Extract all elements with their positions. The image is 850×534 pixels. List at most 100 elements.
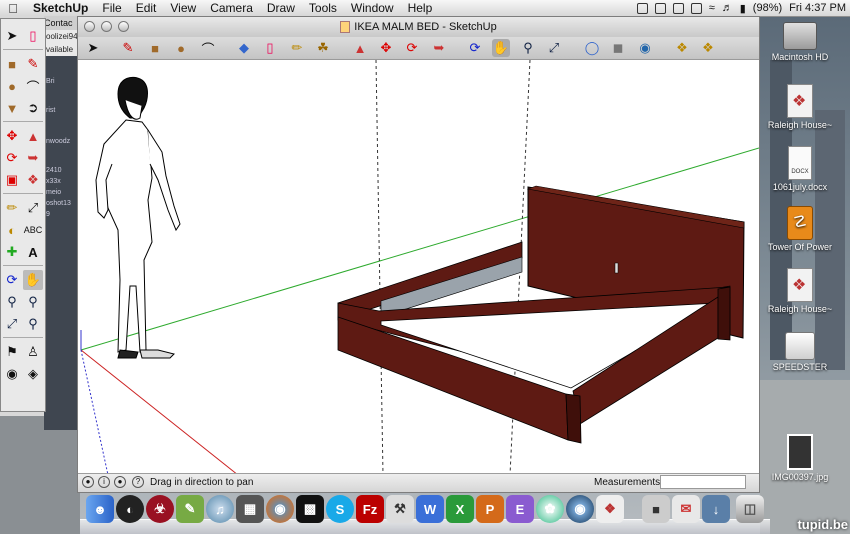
battery-icon[interactable]: ▮ <box>740 2 746 15</box>
trash-icon[interactable]: ◫ <box>736 495 764 523</box>
paint-bucket-icon[interactable]: ☘ <box>314 39 332 57</box>
drawing-canvas[interactable] <box>78 60 759 475</box>
excel-icon[interactable]: X <box>446 495 474 523</box>
rotate-tool-icon[interactable]: ⟳ <box>2 148 22 168</box>
user-icon[interactable]: ● <box>114 476 126 488</box>
iphoto-icon[interactable]: ▦ <box>236 495 264 523</box>
measurements-input[interactable] <box>660 475 746 489</box>
wifi-icon[interactable]: ≈ <box>709 2 715 14</box>
menu-help[interactable]: Help <box>401 1 440 15</box>
select-icon[interactable]: ➤ <box>84 39 102 57</box>
google-earth-icon[interactable]: ◉ <box>636 39 654 57</box>
polygon-tool-icon[interactable]: ▼ <box>2 98 22 118</box>
axes-tool-icon[interactable]: ✚ <box>2 242 22 262</box>
desktop-icon-tower-of-power[interactable]: ☡ Tower Of Power <box>760 206 840 252</box>
3d-text-tool-icon[interactable]: A <box>23 242 43 262</box>
freehand-tool-icon[interactable]: ➲ <box>23 98 43 118</box>
pan-tool-icon[interactable]: ✋ <box>23 270 43 290</box>
move-tool-icon[interactable]: ✥ <box>2 126 22 146</box>
eraser-tool-icon[interactable]: ▯ <box>23 26 43 46</box>
mail-icon[interactable]: ✉ <box>672 495 700 523</box>
powerpoint-icon[interactable]: P <box>476 495 504 523</box>
menu-draw[interactable]: Draw <box>260 1 302 15</box>
minimize-button[interactable] <box>101 21 112 32</box>
menu-edit[interactable]: Edit <box>129 1 164 15</box>
window-titlebar[interactable]: IKEA MALM BED - SketchUp <box>78 17 759 37</box>
offset-icon[interactable]: ➥ <box>430 39 448 57</box>
push-pull-tool-icon[interactable]: ▲ <box>23 126 43 146</box>
desktop-icon-raleigh-house-2[interactable]: ❖ Raleigh House~ <box>760 268 840 314</box>
filezilla-icon[interactable]: Fz <box>356 495 384 523</box>
desktop-icon-speedster[interactable]: SPEEDSTER <box>760 328 840 372</box>
protractor-tool-icon[interactable]: ◐ <box>2 220 22 240</box>
walk-tool-icon[interactable]: ♙ <box>23 342 43 362</box>
geolocation-icon[interactable]: ● <box>82 476 94 488</box>
desktop-icon-raleigh-house[interactable]: ❖ Raleigh House~ <box>760 84 840 130</box>
textwrangler-icon[interactable]: ✎ <box>176 495 204 523</box>
zoom-button[interactable] <box>118 21 129 32</box>
close-button[interactable] <box>84 21 95 32</box>
pencil-tool-icon[interactable]: ✎ <box>23 54 43 74</box>
zoom-extents-icon[interactable]: ⤢ <box>545 39 563 57</box>
skype-icon[interactable]: S <box>326 495 354 523</box>
section-plane-tool-icon[interactable]: ◈ <box>23 364 43 384</box>
volume-icon[interactable]: ♬ <box>722 2 733 14</box>
pencil-icon[interactable]: ✎ <box>119 39 137 57</box>
desktop-icon-img[interactable]: IMG00397.jpg <box>760 434 840 482</box>
google-earth-icon[interactable]: ◉ <box>566 495 594 523</box>
position-camera-tool-icon[interactable]: ⚑ <box>2 342 22 362</box>
zoom-tool-icon[interactable]: ⚲ <box>2 292 22 312</box>
offset-tool-icon[interactable]: ❖ <box>23 170 43 190</box>
front-row-icon[interactable]: ☣ <box>146 495 174 523</box>
look-around-tool-icon[interactable]: ◉ <box>2 364 22 384</box>
dimension-tool-icon[interactable]: ⤢ <box>23 198 43 218</box>
scale-tool-icon[interactable]: ▣ <box>2 170 22 190</box>
orbit-icon[interactable]: ⟳ <box>466 39 484 57</box>
sketchup-doc-icon[interactable]: ❖ <box>596 495 624 523</box>
menu-window[interactable]: Window <box>344 1 401 15</box>
downloads-icon[interactable]: ↓ <box>702 495 730 523</box>
menu-file[interactable]: File <box>95 1 128 15</box>
apple-menu-icon[interactable]:  <box>0 1 26 16</box>
menu-tools[interactable]: Tools <box>302 1 344 15</box>
itunes-icon[interactable]: ♫ <box>206 495 234 523</box>
credits-icon[interactable]: i <box>98 476 110 488</box>
orbit-tool-icon[interactable]: ⟳ <box>2 270 22 290</box>
finder-icon[interactable]: ☻ <box>86 495 114 523</box>
tape-measure-icon[interactable]: ✏ <box>288 39 306 57</box>
preview-icon[interactable]: ■ <box>642 495 670 523</box>
zoom-window-tool-icon[interactable]: ⚲ <box>23 292 43 312</box>
text-tool-icon[interactable]: ABC <box>23 220 43 240</box>
menu-clock[interactable]: Fri 4:37 PM <box>789 2 846 14</box>
select-tool-icon[interactable]: ➤ <box>2 26 22 46</box>
dynamic-component-icon[interactable]: ❖ <box>699 39 717 57</box>
component-icon[interactable]: ❖ <box>673 39 691 57</box>
help-icon[interactable]: ? <box>132 476 144 488</box>
menu-view[interactable]: View <box>163 1 203 15</box>
menulet-icon[interactable] <box>654 2 666 14</box>
get-models-icon[interactable]: ◯ <box>583 39 601 57</box>
menu-camera[interactable]: Camera <box>203 1 260 15</box>
menulet-icon[interactable] <box>636 2 648 14</box>
rectangle-icon[interactable]: ■ <box>146 39 164 57</box>
dashboard-icon[interactable]: ◐ <box>116 495 144 523</box>
zoom-icon[interactable]: ⚲ <box>519 39 537 57</box>
arc-icon[interactable]: ⌒ <box>199 39 217 57</box>
firefox-icon[interactable]: ◉ <box>266 495 294 523</box>
word-icon[interactable]: W <box>416 495 444 523</box>
menu-app-name[interactable]: SketchUp <box>26 1 95 15</box>
previous-view-tool-icon[interactable]: ⚲ <box>23 314 43 334</box>
display-icon[interactable] <box>690 2 702 14</box>
bluetooth-icon[interactable] <box>672 2 684 14</box>
rotate-icon[interactable]: ⟳ <box>403 39 421 57</box>
utility-icon[interactable]: ⚒ <box>386 495 414 523</box>
move-icon[interactable]: ✥ <box>377 39 395 57</box>
iterm-icon[interactable]: ▩ <box>296 495 324 523</box>
follow-me-tool-icon[interactable]: ➥ <box>23 148 43 168</box>
rectangle-tool-icon[interactable]: ■ <box>2 54 22 74</box>
desktop-icon-macintosh-hd[interactable]: Macintosh HD <box>760 20 840 62</box>
eraser-icon[interactable]: ▯ <box>261 39 279 57</box>
colorsync-icon[interactable]: ✿ <box>536 495 564 523</box>
circle-icon[interactable]: ● <box>172 39 190 57</box>
entourage-icon[interactable]: E <box>506 495 534 523</box>
